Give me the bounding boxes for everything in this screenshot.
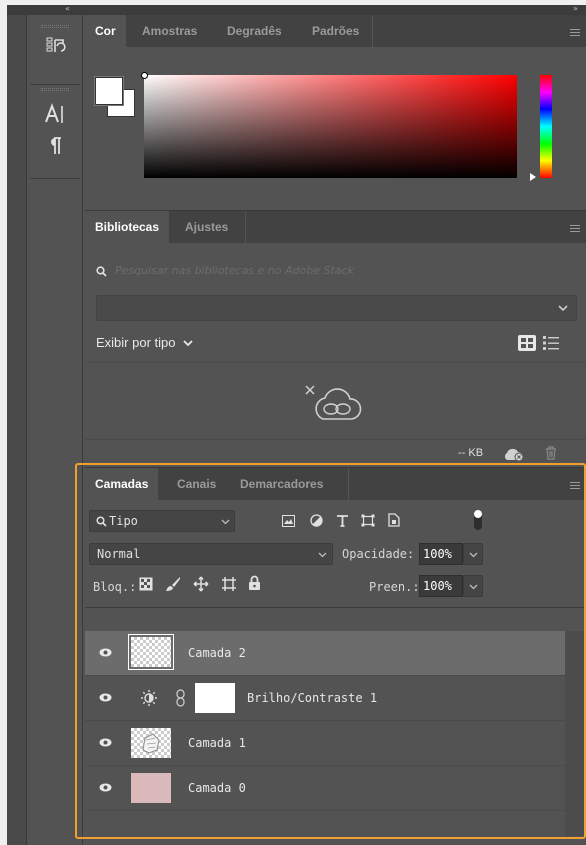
layer-filter-select[interactable]: Tipo bbox=[89, 510, 235, 532]
chevron-down-icon bbox=[183, 340, 193, 347]
opacity-input[interactable]: 100% bbox=[419, 543, 463, 565]
libraries-panel-tabs: Bibliotecas Ajustes bbox=[85, 211, 586, 243]
chevron-down-icon bbox=[469, 584, 478, 590]
blend-mode-value: Normal bbox=[97, 547, 141, 561]
layer-filter-value: Tipo bbox=[109, 514, 138, 528]
tab-libraries[interactable]: Bibliotecas bbox=[85, 211, 170, 243]
foreground-color-swatch[interactable] bbox=[95, 77, 123, 105]
tab-channels[interactable]: Canais bbox=[167, 468, 226, 500]
tab-color[interactable]: Cor bbox=[85, 15, 126, 47]
opacity-label: Opacidade: bbox=[342, 547, 415, 561]
search-icon bbox=[96, 516, 107, 527]
hue-slider-handle[interactable] bbox=[530, 173, 536, 181]
panel-dock-topbar: « » bbox=[7, 4, 586, 15]
hue-slider[interactable] bbox=[540, 75, 552, 178]
panel-menu-icon[interactable] bbox=[570, 482, 580, 489]
trash-icon[interactable] bbox=[545, 446, 557, 460]
visibility-eye-icon[interactable] bbox=[99, 736, 112, 749]
visibility-eye-icon[interactable] bbox=[99, 691, 112, 704]
lock-label: Bloq.: bbox=[93, 580, 137, 594]
layer-mask-thumbnail[interactable] bbox=[195, 683, 235, 713]
library-search-input[interactable]: Pesquisar nas bibliotecas e no Adobe Sta… bbox=[115, 264, 354, 277]
tab-paths[interactable]: Demarcadores bbox=[230, 468, 333, 500]
lock-image-pixels-icon[interactable] bbox=[165, 576, 181, 592]
layer-thumbnail bbox=[131, 728, 171, 758]
color-picker-handle[interactable] bbox=[141, 72, 148, 79]
panel-menu-icon[interactable] bbox=[570, 225, 580, 232]
filter-pixel-icon[interactable] bbox=[282, 515, 295, 527]
chevron-down-icon bbox=[221, 519, 230, 525]
fill-input[interactable]: 100% bbox=[419, 575, 463, 597]
lock-artboard-icon[interactable] bbox=[221, 576, 237, 592]
lock-transparent-pixels-icon[interactable] bbox=[139, 577, 153, 591]
layer-name[interactable]: Camada 2 bbox=[188, 646, 246, 660]
layer-list: Camada 2 Brilho/Contraste 1 Camada 1 Cam… bbox=[85, 631, 565, 836]
collapse-left-icon[interactable]: « bbox=[65, 4, 70, 13]
color-panel: Cor Amostras Degradês Padrões bbox=[85, 15, 586, 208]
tab-layers[interactable]: Camadas bbox=[85, 468, 159, 500]
group-grip[interactable] bbox=[41, 88, 69, 91]
collapse-right-icon[interactable]: » bbox=[573, 4, 578, 13]
layer-row-brilho-contraste-1[interactable]: Brilho/Contraste 1 bbox=[85, 676, 565, 721]
layer-name[interactable]: Brilho/Contraste 1 bbox=[247, 691, 377, 705]
brightness-contrast-icon bbox=[141, 690, 157, 706]
grid-view-icon[interactable] bbox=[518, 335, 536, 351]
lock-position-icon[interactable] bbox=[193, 576, 209, 592]
filter-adjustment-icon[interactable] bbox=[310, 514, 323, 527]
history-panel-group bbox=[30, 25, 80, 85]
search-icon bbox=[96, 266, 107, 277]
layer-name[interactable]: Camada 1 bbox=[188, 736, 246, 750]
layer-row-camada-1[interactable]: Camada 1 bbox=[85, 721, 565, 766]
layer-row-camada-2[interactable]: Camada 2 bbox=[85, 631, 565, 676]
character-icon[interactable] bbox=[44, 103, 66, 125]
tab-gradients[interactable]: Degradês bbox=[217, 15, 292, 47]
filter-type-icon[interactable] bbox=[336, 514, 349, 527]
collapsed-panels-column bbox=[28, 15, 83, 845]
filter-toggle-switch[interactable] bbox=[473, 509, 483, 531]
blend-mode-select[interactable]: Normal bbox=[89, 543, 333, 565]
paragraph-icon[interactable] bbox=[48, 137, 62, 155]
group-grip[interactable] bbox=[41, 25, 69, 28]
libraries-panel: Bibliotecas Ajustes Pesquisar nas biblio… bbox=[85, 210, 586, 466]
filter-smart-object-icon[interactable] bbox=[388, 513, 400, 527]
type-panel-group bbox=[30, 85, 80, 179]
view-by-type-label: Exibir por tipo bbox=[96, 335, 176, 350]
layer-name[interactable]: Camada 0 bbox=[188, 781, 246, 795]
layers-panel: Camadas Canais Demarcadores Tipo Normal … bbox=[85, 467, 586, 845]
sketch-image-icon bbox=[142, 733, 160, 754]
view-by-type-dropdown[interactable]: Exibir por tipo bbox=[96, 335, 193, 350]
library-storage-size: -- KB bbox=[458, 447, 484, 459]
tab-swatches[interactable]: Amostras bbox=[132, 15, 207, 47]
chevron-down-icon bbox=[469, 552, 478, 558]
fill-slider-toggle[interactable] bbox=[463, 575, 483, 597]
cloud-sync-icon[interactable] bbox=[503, 446, 525, 462]
tab-adjustments[interactable]: Ajustes bbox=[175, 211, 238, 243]
panel-menu-icon[interactable] bbox=[570, 29, 580, 36]
list-view-icon[interactable] bbox=[543, 335, 559, 351]
chain-link-icon[interactable] bbox=[176, 689, 185, 707]
visibility-eye-icon[interactable] bbox=[99, 781, 112, 794]
saturation-brightness-field[interactable] bbox=[141, 72, 517, 178]
creative-cloud-offline-icon bbox=[305, 385, 362, 420]
color-panel-tabs: Cor Amostras Degradês Padrões bbox=[85, 15, 586, 47]
history-icon[interactable] bbox=[46, 37, 66, 55]
left-dock-strip bbox=[7, 15, 27, 845]
fill-label: Preen.: bbox=[369, 580, 420, 594]
opacity-slider-toggle[interactable] bbox=[463, 543, 483, 565]
layer-thumbnail bbox=[131, 773, 171, 803]
lock-all-icon[interactable] bbox=[248, 575, 261, 591]
layer-thumbnail bbox=[128, 634, 174, 670]
library-dropdown[interactable] bbox=[96, 295, 577, 321]
chevron-down-icon bbox=[318, 552, 327, 558]
layer-row-camada-0[interactable]: Camada 0 bbox=[85, 766, 565, 811]
layers-panel-tabs: Camadas Canais Demarcadores bbox=[85, 468, 586, 500]
tab-patterns[interactable]: Padrões bbox=[302, 15, 369, 47]
visibility-eye-icon[interactable] bbox=[99, 646, 112, 659]
layer-list-scrollbar[interactable] bbox=[565, 631, 586, 836]
chevron-down-icon bbox=[558, 305, 568, 312]
filter-shape-icon[interactable] bbox=[361, 514, 375, 527]
